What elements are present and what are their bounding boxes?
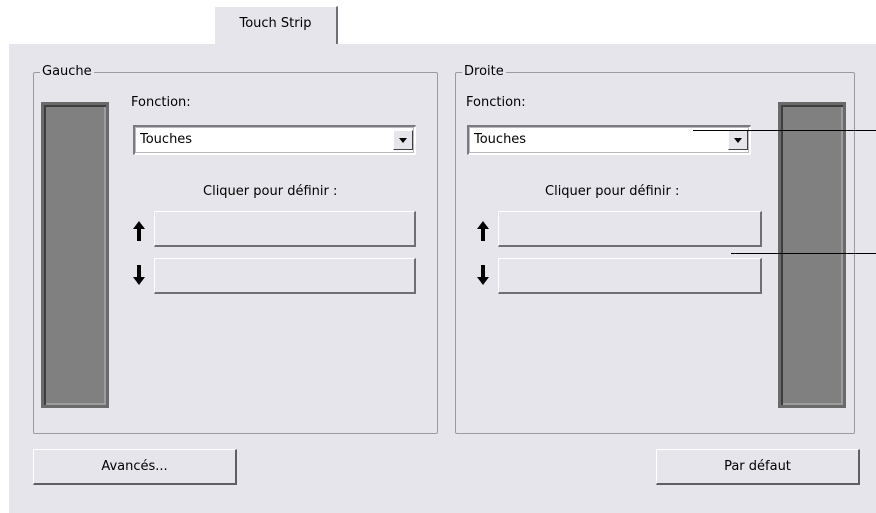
right-function-label: Fonction:: [466, 95, 526, 110]
arrow-up-icon: [133, 221, 145, 241]
callout-line-function: [693, 130, 876, 131]
left-function-value: Touches: [140, 132, 193, 147]
right-define-label: Cliquer pour définir :: [545, 184, 680, 199]
callout-line-keys: [731, 253, 876, 254]
left-touch-strip: [41, 102, 109, 408]
chevron-down-icon[interactable]: [728, 130, 748, 150]
arrow-down-icon: [477, 265, 489, 285]
arrow-down-icon: [133, 265, 145, 285]
right-down-key-button[interactable]: [498, 258, 762, 294]
left-group-title: Gauche: [40, 64, 94, 80]
right-function-value: Touches: [474, 132, 527, 147]
left-function-label: Fonction:: [131, 95, 191, 110]
left-up-key-button[interactable]: [154, 211, 416, 247]
arrow-up-icon: [477, 221, 489, 241]
chevron-down-icon[interactable]: [393, 130, 413, 150]
right-touch-strip: [778, 102, 846, 408]
right-group-title: Droite: [462, 64, 506, 80]
default-button[interactable]: Par défaut: [656, 449, 860, 485]
left-function-select[interactable]: Touches: [133, 125, 416, 155]
advanced-button[interactable]: Avancés...: [33, 449, 237, 485]
right-up-key-button[interactable]: [498, 211, 762, 247]
left-define-label: Cliquer pour définir :: [203, 184, 338, 199]
left-down-key-button[interactable]: [154, 258, 416, 294]
tab-touch-strip[interactable]: Touch Strip: [214, 6, 338, 44]
